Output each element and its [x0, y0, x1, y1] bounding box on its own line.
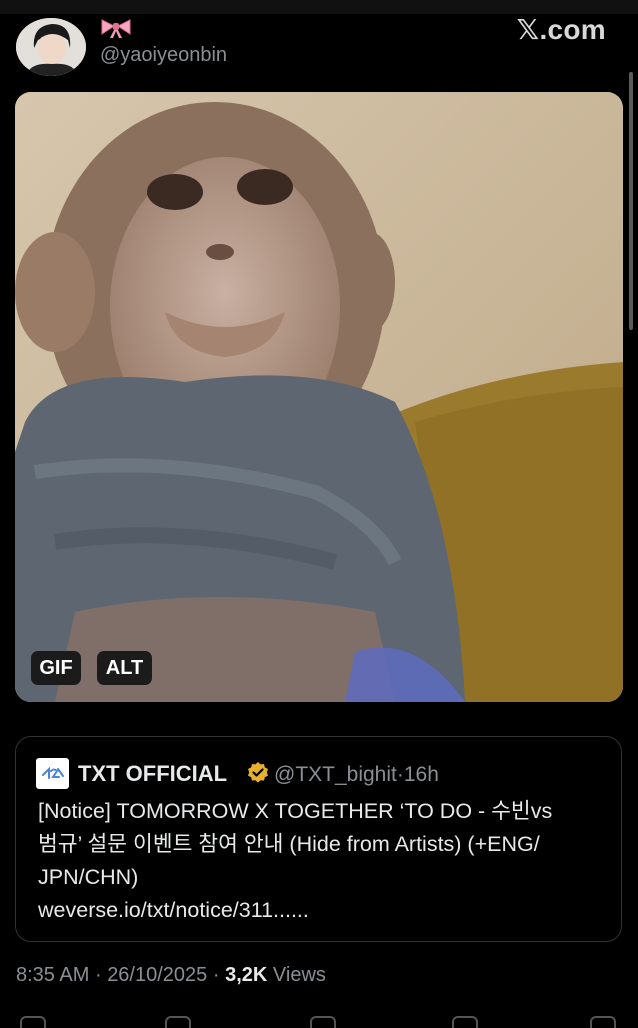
alt-text-button[interactable]: ALT [97, 651, 152, 685]
reply-icon[interactable] [20, 1016, 46, 1028]
gif-media[interactable] [15, 92, 623, 702]
x-com-brand: 𝕏.com [517, 13, 606, 46]
verified-badge-icon [248, 762, 268, 783]
avatar[interactable] [16, 18, 86, 76]
ribbon-icon [101, 19, 131, 38]
like-icon[interactable] [310, 1016, 336, 1028]
scrollbar[interactable] [629, 72, 633, 330]
monkey-image [15, 92, 623, 702]
quoted-author-name[interactable]: TXT OFFICIAL [78, 761, 227, 787]
post-footer: 8:35 AM · 26/10/2025 · 3,2K Views [16, 964, 326, 987]
meta-separator: · [396, 763, 404, 786]
repost-icon[interactable] [165, 1016, 191, 1028]
quoted-text: [Notice] TOMORROW X TOGETHER ‘TO DO - 수빈… [38, 795, 608, 927]
footer-separator: · [94, 964, 102, 986]
quoted-text-line: [Notice] TOMORROW X TOGETHER ‘TO DO - 수빈… [38, 799, 553, 823]
quoted-link[interactable]: weverse.io/txt/notice/311...... [38, 894, 608, 927]
post-time[interactable]: 8:35 AM [16, 964, 89, 986]
footer-separator: · [212, 964, 220, 986]
quoted-post[interactable]: TXT OFFICIAL @TXT_bighit·16h [Notice] TO… [15, 736, 622, 942]
post-date[interactable]: 26/10/2025 [107, 964, 207, 986]
quoted-time[interactable]: 16h [404, 763, 439, 786]
quoted-meta: @TXT_bighit·16h [274, 763, 439, 787]
quoted-text-line: 범규’ 설문 이벤트 참여 안내 (Hide from Artists) (+E… [38, 832, 540, 856]
bookmark-icon[interactable] [452, 1016, 478, 1028]
x-logo-icon: 𝕏 [516, 13, 540, 46]
share-icon[interactable] [590, 1016, 616, 1028]
quoted-text-line: JPN/CHN) [38, 865, 139, 889]
views-count[interactable]: 3,2K [225, 964, 267, 986]
author-handle[interactable]: @yaoiyeonbin [100, 44, 227, 67]
gif-badge[interactable]: GIF [31, 651, 81, 685]
txt-logo-icon [36, 758, 69, 789]
top-bar [0, 0, 638, 14]
views-label: Views [272, 964, 326, 986]
brand-domain: .com [539, 14, 606, 45]
quoted-handle[interactable]: @TXT_bighit [274, 763, 397, 786]
